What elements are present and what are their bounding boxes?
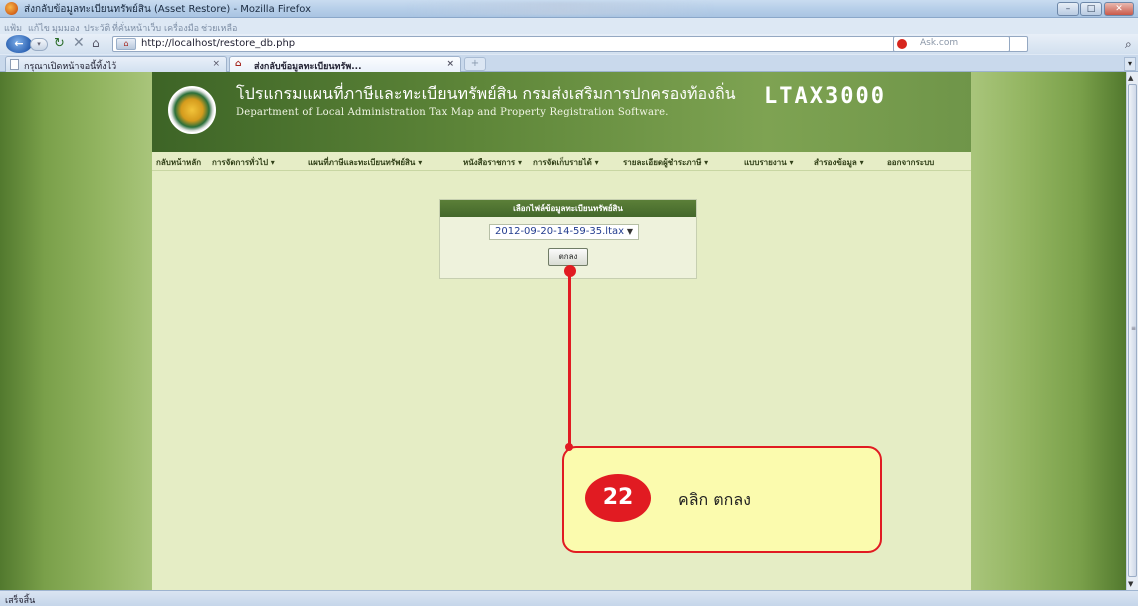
scroll-down-icon[interactable]: ▼ [1128,580,1133,588]
callout-anchor-dot [565,443,573,451]
vertical-scrollbar[interactable]: ▲ ≡ ▼ [1126,72,1138,590]
menu-bar: แฟ้ม แก้ไข มุมมอง ประวัติ ที่คั่นหน้าเว็… [0,19,1138,34]
history-dropdown-icon[interactable]: ▾ [30,38,48,51]
department-seal-icon [168,86,216,134]
menu-revenue[interactable]: การจัดเก็บรายได้ ▾ [533,156,599,169]
tab-close-icon[interactable]: × [212,59,220,69]
minimize-button[interactable]: – [1057,2,1079,16]
menu-taxmap[interactable]: แผนที่ภาษีและทะเบียนทรัพย์สิน ▾ [308,156,422,169]
menu-bookmarks[interactable]: ที่คั่นหน้าเว็บ [112,21,161,35]
site-menu: กลับหน้าหลัก การจัดการทั่วไป ▾ แผนที่ภาษ… [152,153,971,171]
menu-taxpayer-details[interactable]: รายละเอียดผู้ชำระภาษี ▾ [623,156,708,169]
chevron-down-icon: ▼ [626,227,633,236]
file-select[interactable]: 2012-09-20-14-59-35.ltax ▼ [489,224,639,240]
tab-keep-open[interactable]: กรุณาเปิดหน้าจอนี้ทิ้งไว้ × [5,56,227,72]
tab-asset-restore[interactable]: ⌂ ส่งกลับข้อมูลทะเบียนทรัพ... × [229,56,461,72]
step-instruction: คลิก ตกลง [678,490,751,509]
tab-list-chevron-icon[interactable]: ▾ [1124,57,1136,71]
url-bar[interactable]: ⌂ http://localhost/restore_db.php ☆ ▾ [112,36,1028,52]
panel-header: เลือกไฟล์ข้อมูลทะเบียนทรัพย์สิน [440,200,696,217]
scroll-thumb[interactable]: ≡ [1128,84,1137,577]
new-tab-button[interactable]: + [464,57,486,71]
site-banner: โปรแกรมแผนที่ภาษีและทะเบียนทรัพย์สิน กรม… [152,72,971,152]
step-number-badge: 22 [585,474,651,522]
tab-label: กรุณาเปิดหน้าจอนี้ทิ้งไว้ [24,62,117,72]
selected-file: 2012-09-20-14-59-35.ltax [495,226,625,237]
search-input[interactable]: Ask.com [893,36,1010,52]
menu-edit[interactable]: แก้ไข [28,21,50,35]
reload-icon[interactable]: ↻ [54,36,65,51]
page-icon [10,59,19,70]
window-title: ส่งกลับข้อมูลทะเบียนทรัพย์สิน (Asset Res… [24,4,311,15]
url-text[interactable]: http://localhost/restore_db.php [141,38,295,49]
banner-english-title: Department of Local Administration Tax M… [236,107,669,118]
status-bar: เสร็จสิ้น [0,590,1138,606]
home-icon[interactable]: ⌂ [92,36,100,51]
window-titlebar: ส่งกลับข้อมูลทะเบียนทรัพย์สิน (Asset Res… [0,0,1138,18]
status-text: เสร็จสิ้น [5,596,36,606]
navigation-bar: ← ▾ ↻ ✕ ⌂ ⌂ http://localhost/restore_db.… [0,34,1138,54]
firefox-icon [5,2,18,15]
menu-help[interactable]: ช่วยเหลือ [201,21,237,35]
menu-home[interactable]: กลับหน้าหลัก [156,156,201,169]
close-button[interactable]: ✕ [1104,2,1134,16]
maximize-button[interactable]: □ [1080,2,1102,16]
blurred-background-tabs [405,2,715,15]
menu-backup[interactable]: สำรองข้อมูล ▾ [814,156,864,169]
search-placeholder: Ask.com [920,38,959,48]
menu-logout[interactable]: ออกจากระบบ [887,156,934,169]
scroll-grip-icon: ≡ [1131,325,1137,332]
callout-leader-line [568,270,571,446]
tab-label: ส่งกลับข้อมูลทะเบียนทรัพ... [254,62,362,72]
home-site-icon: ⌂ [235,59,242,69]
ok-button[interactable]: ตกลง [548,248,588,266]
site-identity-icon[interactable]: ⌂ [116,38,136,50]
menu-reports[interactable]: แบบรายงาน ▾ [744,156,793,169]
tab-bar: กรุณาเปิดหน้าจอนี้ทิ้งไว้ × ⌂ ส่งกลับข้อ… [0,55,1138,72]
search-go-icon[interactable]: ⌕ [1125,37,1132,52]
scroll-up-icon[interactable]: ▲ [1128,74,1133,82]
ltax-logo: LTAX3000 [764,84,886,109]
callout-box: 22 คลิก ตกลง [562,446,882,553]
menu-official-docs[interactable]: หนังสือราชการ ▾ [463,156,522,169]
menu-view[interactable]: มุมมอง [52,21,80,35]
ask-engine-icon[interactable] [897,39,907,49]
back-icon[interactable]: ← [6,35,32,53]
menu-history[interactable]: ประวัติ [84,21,110,35]
menu-tools[interactable]: เครื่องมือ [164,21,199,35]
menu-file[interactable]: แฟ้ม [4,21,22,35]
stop-icon[interactable]: ✕ [73,36,85,51]
tab-close-icon[interactable]: × [446,59,454,69]
banner-thai-title: โปรแกรมแผนที่ภาษีและทะเบียนทรัพย์สิน กรม… [236,84,736,103]
menu-general[interactable]: การจัดการทั่วไป ▾ [212,156,275,169]
